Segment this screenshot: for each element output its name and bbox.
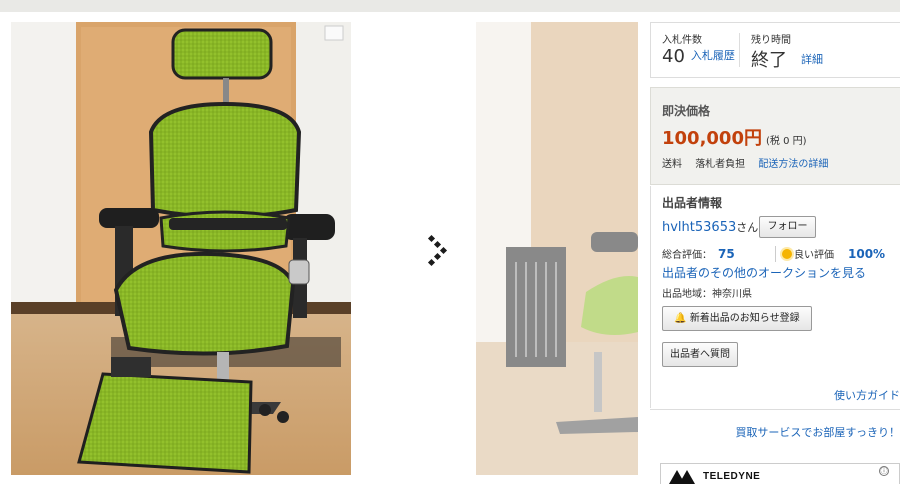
shipping-value: 落札者負担 (695, 159, 746, 170)
usage-guide-link[interactable]: 使い方ガイド (834, 387, 900, 403)
chair-photo-image (476, 22, 638, 475)
ad-banner[interactable]: TELEDYNE ⓘ (660, 463, 900, 484)
seller-heading: 出品者情報 (662, 196, 723, 210)
divider (650, 409, 900, 410)
total-rating-value[interactable]: 75 (718, 247, 735, 261)
promo-link[interactable]: 買取サービスでお部屋すっきり！ (735, 424, 900, 440)
good-rating-label: 良い評価 (794, 250, 834, 261)
time-left-label: 残り時間 (751, 35, 791, 46)
top-header-strip (0, 0, 900, 12)
seller-name-row: hvlht53653さん (662, 219, 758, 235)
product-photo-next[interactable] (476, 22, 638, 475)
seller-name-link[interactable]: hvlht53653 (662, 220, 736, 235)
shipping-details-link[interactable]: 配送方法の詳細 (758, 159, 828, 170)
seller-name-suffix: さん (736, 221, 759, 234)
auction-status-panel: 入札件数 40 入札履歴 残り時間 終了 詳細 (650, 22, 900, 78)
follow-button[interactable]: フォロー (759, 216, 816, 238)
ask-seller-button[interactable]: 出品者へ質問 (662, 342, 738, 367)
teledyne-logo-icon (669, 470, 695, 484)
ad-info-icon[interactable]: ⓘ (879, 466, 889, 476)
tax-note: (税 0 円) (765, 136, 807, 147)
new-listing-notify-button[interactable]: 🔔 新着出品のお知らせ登録 (662, 306, 812, 331)
bid-count-label: 入札件数 (662, 35, 702, 46)
shipping-row: 送料 落札者負担 配送方法の詳細 (662, 155, 838, 170)
ad-brand-text: TELEDYNE (703, 471, 761, 482)
buy-now-panel: 即決価格 100,000円 (税 0 円) 送料 落札者負担 配送方法の詳細 (650, 87, 900, 185)
shipping-label: 送料 (662, 159, 682, 170)
time-left-block: 残り時間 終了 詳細 (751, 31, 823, 72)
buy-now-price: 100,000円 (税 0 円) (662, 124, 807, 150)
total-rating-label: 総合評価： (662, 250, 712, 261)
sun-icon (782, 249, 792, 259)
details-link[interactable]: 詳細 (801, 53, 823, 66)
seller-info-panel: 出品者情報 hvlht53653さん フォロー 総合評価： 75 良い評価 100%… (650, 186, 900, 408)
chevron-right-icon (427, 234, 448, 267)
chair-photo-image (11, 22, 351, 475)
seller-rating-row: 総合評価： 75 良い評価 100% (662, 246, 892, 262)
good-rating-pct: 100% (848, 247, 886, 261)
product-photo-main[interactable] (11, 22, 351, 475)
gallery-next-arrow[interactable] (427, 234, 451, 268)
divider (739, 33, 740, 67)
notify-button-label: 新着出品のお知らせ登録 (689, 313, 800, 324)
bell-icon: 🔔 (674, 313, 687, 324)
buy-now-label: 即決価格 (662, 104, 711, 118)
time-left-value: 終了 (751, 50, 787, 71)
seller-other-auctions-link[interactable]: 出品者のその他のオークションを見る (662, 264, 866, 281)
seller-region: 出品地域：神奈川県 (662, 289, 752, 300)
bid-count-block: 入札件数 40 入札履歴 (662, 31, 735, 67)
price-value: 100,000円 (662, 128, 762, 149)
bid-count-value: 40 (662, 46, 685, 67)
good-rating-block: 良い評価 100% (782, 246, 885, 261)
bid-history-link[interactable]: 入札履歴 (691, 49, 735, 62)
divider (775, 246, 776, 262)
